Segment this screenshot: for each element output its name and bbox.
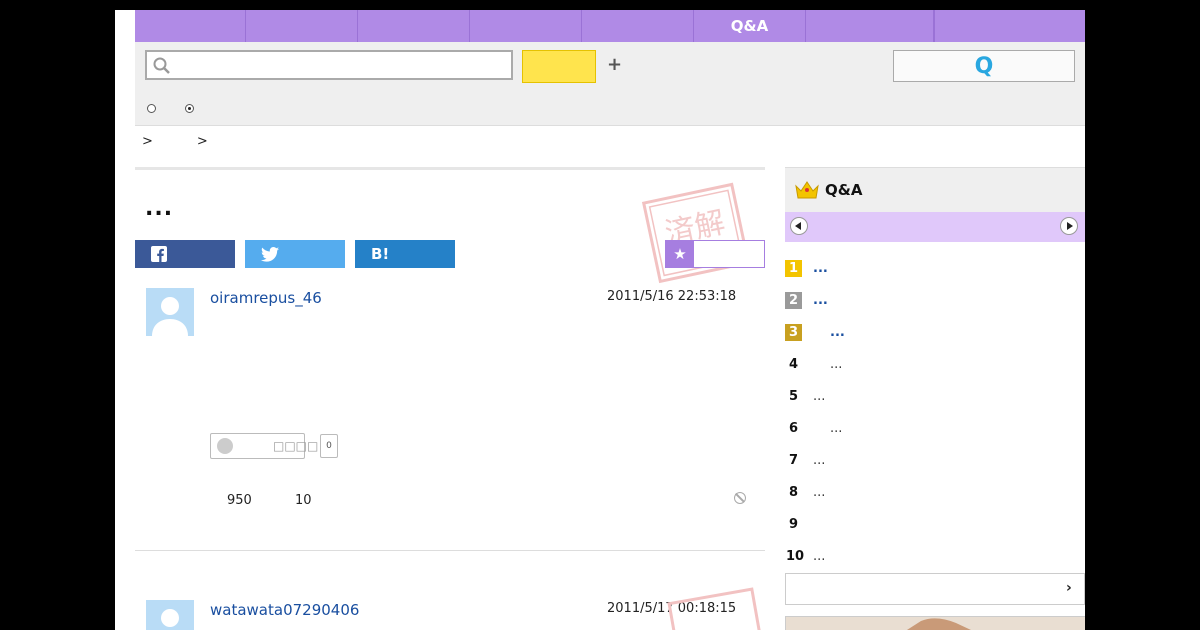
nav-item-1[interactable] [135, 10, 246, 42]
rank-number: 2 [785, 292, 802, 309]
plus-icon[interactable]: + [607, 54, 622, 75]
hatena-bookmark-button[interactable]: B! [355, 240, 455, 268]
rank-text[interactable]: ... [813, 485, 825, 500]
user-silhouette-icon [152, 297, 188, 336]
banner-graphic [906, 618, 971, 630]
reaction-button[interactable]: □□□□ [210, 433, 318, 459]
rank-number: 1 [785, 260, 802, 277]
rank-text[interactable]: ... [830, 421, 842, 436]
sidebar-banner-image[interactable] [785, 616, 1085, 630]
user-silhouette-icon [161, 609, 179, 627]
ranking-item[interactable]: 1 ... [785, 260, 1085, 280]
ranking-item[interactable]: 9 [785, 516, 1085, 536]
nav-item-8[interactable] [934, 10, 1085, 42]
username-link[interactable]: oiramrepus_46 [210, 289, 322, 307]
rank-number: 5 [788, 389, 799, 404]
stat-value-2: 10 [295, 493, 312, 508]
search-input[interactable] [177, 55, 511, 77]
ranking-item[interactable]: 4 ... [785, 356, 1085, 376]
star-icon: ★ [666, 241, 694, 267]
question-button[interactable]: Q [893, 50, 1075, 82]
crown-icon [795, 181, 819, 199]
ranking-header: Q&A [785, 167, 1085, 213]
breadcrumb-sep: > [196, 134, 208, 149]
rank-number: 9 [788, 517, 799, 532]
twitter-share-button[interactable] [245, 240, 345, 268]
report-icon[interactable] [734, 492, 746, 504]
resolved-stamp-partial [667, 587, 763, 630]
search-submit-yellow-button[interactable] [522, 50, 596, 83]
nav-item-qa[interactable]: Q&A [694, 10, 806, 42]
nav-item-4[interactable] [470, 10, 582, 42]
nav-item-5[interactable] [582, 10, 694, 42]
divider [135, 167, 765, 170]
facebook-icon [151, 246, 167, 262]
avatar[interactable] [146, 600, 194, 630]
nav-item-2[interactable] [246, 10, 358, 42]
ranking-more-button[interactable]: › [785, 573, 1085, 605]
rank-number: 8 [788, 485, 799, 500]
ranking-item[interactable]: 10 ... [785, 548, 1085, 568]
post-date: 2011/5/16 22:53:18 [607, 289, 737, 304]
facebook-share-button[interactable] [135, 240, 235, 268]
breadcrumb: > > [142, 134, 252, 149]
question-title: ... [145, 196, 174, 221]
username-link[interactable]: watawata07290406 [210, 601, 359, 619]
search-icon [153, 57, 170, 74]
rank-number: 6 [788, 421, 799, 436]
rank-text[interactable]: ... [813, 453, 825, 468]
reaction-count: 0 [320, 434, 338, 458]
avatar[interactable] [146, 288, 194, 336]
chevron-right-icon: › [1066, 580, 1072, 596]
rank-text[interactable]: ... [830, 325, 845, 340]
rank-text[interactable]: ... [813, 549, 825, 564]
rank-text[interactable]: ... [830, 357, 842, 372]
reaction-label: □□□□ [273, 439, 319, 453]
answer-divider [135, 550, 765, 551]
ranking-item[interactable]: 5 ... [785, 388, 1085, 408]
rank-text[interactable]: ... [813, 293, 828, 308]
ranking-title: Q&A [825, 181, 863, 199]
top-nav: Q&A [135, 10, 1085, 42]
rank-number: 7 [788, 453, 799, 468]
twitter-icon [261, 246, 279, 262]
prev-arrow-icon[interactable] [790, 217, 808, 235]
search-area: + Q [135, 42, 1085, 126]
radio-option-2[interactable] [185, 104, 194, 113]
ranking-item[interactable]: 3 ... [785, 324, 1085, 344]
favorite-button[interactable]: ★ [665, 240, 765, 268]
breadcrumb-sep: > [142, 134, 153, 149]
nav-item-3[interactable] [358, 10, 470, 42]
search-box [145, 50, 513, 80]
rank-text[interactable]: ... [813, 261, 828, 276]
ranking-item[interactable]: 2 ... [785, 292, 1085, 312]
ranking-nav [785, 212, 1085, 242]
next-arrow-icon[interactable] [1060, 217, 1078, 235]
smile-icon [217, 438, 233, 454]
resolved-stamp: 済解 [641, 182, 751, 284]
nav-item-7[interactable] [806, 10, 934, 42]
rank-text[interactable]: ... [813, 389, 825, 404]
ranking-item[interactable]: 8 ... [785, 484, 1085, 504]
page: Q&A + Q > > ... 済解 B! ★ oiramrepus_46 20… [115, 10, 1085, 630]
rank-number: 10 [785, 549, 805, 564]
rank-number: 3 [785, 324, 802, 341]
rank-number: 4 [788, 357, 799, 372]
stat-value-1: 950 [227, 493, 252, 508]
ranking-item[interactable]: 6 ... [785, 420, 1085, 440]
ranking-item[interactable]: 7 ... [785, 452, 1085, 472]
radio-option-1[interactable] [147, 104, 156, 113]
